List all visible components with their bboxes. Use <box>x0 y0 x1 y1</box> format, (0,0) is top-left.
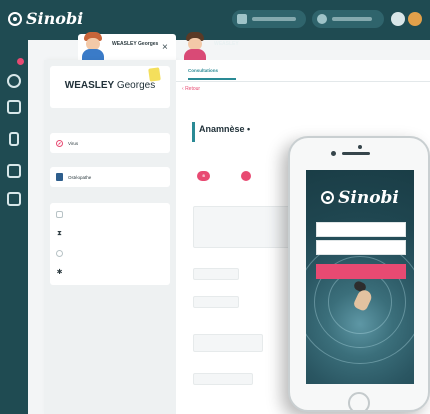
search-icon <box>317 14 327 24</box>
textarea[interactable] <box>193 206 303 248</box>
app-brand: Sinobi <box>26 9 84 28</box>
calendar-icon[interactable] <box>7 100 21 114</box>
phone-camera <box>331 151 336 156</box>
phone-mockup: Sinobi <box>288 136 430 412</box>
sidebar-item[interactable]: Virus <box>56 138 78 148</box>
context-label <box>252 17 296 21</box>
sidebar-item[interactable]: ⧗ <box>56 228 68 238</box>
sidebar-item[interactable] <box>56 248 68 258</box>
form-title-text: Anamnèse <box>199 124 245 134</box>
login-field[interactable] <box>316 222 406 237</box>
hourglass-icon: ⧗ <box>57 229 62 237</box>
run-icon: ✱ <box>56 268 63 276</box>
grid-icon[interactable] <box>7 192 21 206</box>
back-label: Retour <box>185 86 201 92</box>
back-link[interactable]: ‹ Retour <box>182 86 200 92</box>
home-button <box>348 392 370 410</box>
form-accent <box>192 122 195 142</box>
notification-badge <box>17 58 24 65</box>
number-input[interactable] <box>193 268 239 280</box>
phone-speaker <box>342 152 370 155</box>
logo-mark-icon <box>8 11 22 26</box>
clock-icon <box>56 249 63 257</box>
sticky-note-icon[interactable] <box>148 67 161 82</box>
phone-screen: Sinobi <box>306 170 414 384</box>
patient-last-name: WEASLEY <box>64 80 115 91</box>
divider <box>176 81 430 82</box>
login-button[interactable] <box>316 264 406 279</box>
sidebar-item[interactable]: Ostéopathe <box>56 172 91 182</box>
tab-consultations[interactable]: Consultations <box>188 68 218 73</box>
patient-tab-name: WEASLEY <box>214 41 239 47</box>
patient-first-name: Georges <box>116 80 156 91</box>
tag-chip[interactable]: ⊗ <box>197 171 211 181</box>
select-field[interactable] <box>193 334 263 352</box>
patient-avatar <box>182 32 208 62</box>
patient-name: WEASLEY Georges <box>50 80 170 91</box>
form-title-suffix: • <box>247 124 251 134</box>
tag-chip[interactable] <box>241 171 251 181</box>
section-box: Ostéopathe <box>50 167 170 187</box>
password-field[interactable] <box>316 240 406 255</box>
phone-brand: Sinobi <box>338 188 399 208</box>
sidebar-item-label: Virus <box>68 140 79 146</box>
book-icon <box>56 173 63 181</box>
user-icon <box>237 14 247 24</box>
sidebar-item[interactable]: ✱ <box>56 267 68 277</box>
patient-tab-name: WEASLEY Georges <box>112 41 159 47</box>
app-logo[interactable]: Sinobi <box>8 9 83 28</box>
number-input[interactable] <box>193 296 239 308</box>
settings-icon[interactable] <box>391 12 405 26</box>
block-icon <box>56 139 63 147</box>
search-placeholder <box>332 17 372 21</box>
form-title: Anamnèse • <box>199 124 250 134</box>
section-box: Virus <box>50 133 170 153</box>
section-box: ⧗ ✱ <box>50 203 170 285</box>
patient-avatar <box>80 32 106 62</box>
sidebar-item[interactable] <box>56 209 68 219</box>
app-screen: Sinobi WEASLEY Georges × WEASLEY WEASLEY… <box>0 0 430 414</box>
logo-mark-icon <box>321 191 335 204</box>
close-icon[interactable]: × <box>162 43 168 53</box>
active-tab-indicator <box>188 78 236 80</box>
list-icon <box>56 210 63 218</box>
user-avatar[interactable] <box>408 12 422 26</box>
icon-rail <box>0 40 28 414</box>
stethoscope-icon[interactable] <box>7 74 21 88</box>
text-input[interactable] <box>193 373 253 385</box>
chart-icon[interactable] <box>7 164 21 178</box>
phone-sensor <box>358 145 362 149</box>
phone-logo: Sinobi <box>306 188 414 208</box>
phone-icon[interactable] <box>9 132 19 146</box>
context-selector[interactable] <box>232 10 306 28</box>
search-input[interactable] <box>312 10 384 28</box>
sidebar-item-label: Ostéopathe <box>68 174 92 180</box>
